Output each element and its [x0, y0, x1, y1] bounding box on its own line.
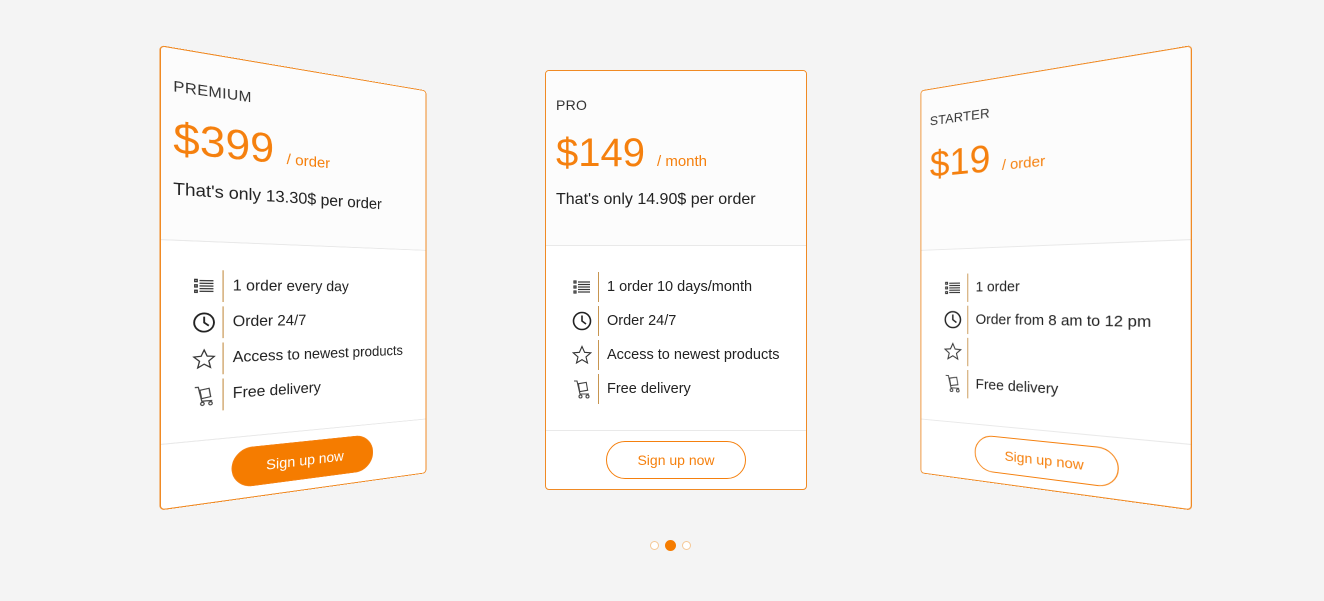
carousel-dot-active[interactable] [665, 540, 676, 551]
feature-text: Order 24/7 [607, 313, 676, 329]
carousel-dot[interactable] [682, 541, 691, 550]
delivery-cart-icon [570, 374, 599, 404]
pricing-card-premium: PREMIUM $399 / order That's only 13.30$ … [160, 45, 427, 510]
feature-item: 1 order [942, 267, 1191, 305]
sign-up-button[interactable]: Sign up now [606, 441, 746, 479]
feature-list: 1 order 10 days/month Order 24/7 Access … [546, 246, 806, 431]
plan-note: That's only 13.30$ per order [173, 180, 425, 217]
price-row: $149 / month [556, 131, 806, 175]
sign-up-button[interactable]: Sign up now [975, 434, 1119, 489]
star-icon [942, 337, 968, 366]
feature-text: Free delivery [607, 381, 691, 397]
plan-period: / order [1002, 153, 1045, 174]
carousel-dot[interactable] [650, 541, 659, 550]
sign-up-button[interactable]: Sign up now [232, 434, 373, 489]
feature-text: 1 order every day [233, 278, 349, 295]
feature-text: 1 order [976, 279, 1020, 295]
plan-name: PRO [556, 97, 806, 117]
star-icon [570, 340, 599, 370]
delivery-cart-icon [942, 369, 968, 399]
plan-price: $19 [930, 137, 991, 185]
feature-item: 1 order 10 days/month [570, 270, 806, 304]
feature-item: Order 24/7 [570, 304, 806, 338]
card-header: PRO $149 / month That's only 14.90$ per … [546, 71, 806, 246]
pricing-card-pro: PRO $149 / month That's only 14.90$ per … [545, 70, 807, 490]
star-icon [190, 342, 224, 376]
card-header: STARTER $19 / order [921, 46, 1190, 250]
card-footer: Sign up now [546, 431, 806, 489]
feature-text: 1 order 10 days/month [607, 279, 752, 295]
feature-text: Order 24/7 [233, 313, 307, 331]
plan-period: / order [287, 151, 331, 172]
feature-list: 1 order every day Order 24/7 Access to n… [161, 240, 426, 445]
feature-item: 1 order every day [190, 267, 425, 304]
plan-note [930, 179, 1191, 200]
plan-price: $149 [556, 131, 645, 175]
feature-text: Free delivery [976, 377, 1059, 398]
feature-text: Order from 8 am to 12 pm [976, 312, 1152, 331]
pricing-card-starter: STARTER $19 / order 1 order Order from 8… [920, 45, 1191, 510]
plan-note: That's only 14.90$ per order [556, 191, 806, 209]
feature-list: 1 order Order from 8 am to 12 pm Free de… [921, 240, 1190, 445]
feature-text: Access to newest products [233, 344, 403, 367]
clock-icon [942, 306, 968, 334]
list-icon [570, 272, 599, 302]
feature-text: Access to newest products [607, 347, 779, 363]
clock-icon [570, 306, 599, 336]
pricing-carousel: PREMIUM $399 / order That's only 13.30$ … [0, 0, 1324, 601]
plan-price: $399 [173, 114, 274, 172]
carousel-pagination [650, 541, 691, 551]
clock-icon [190, 306, 224, 339]
delivery-cart-icon [190, 378, 224, 412]
card-header: PREMIUM $399 / order That's only 13.30$ … [161, 46, 426, 250]
feature-item: Access to newest products [570, 338, 806, 372]
feature-item: Free delivery [570, 372, 806, 406]
feature-text: Free delivery [233, 380, 321, 402]
plan-period: / month [657, 153, 707, 170]
list-icon [190, 270, 224, 303]
list-icon [942, 274, 968, 302]
